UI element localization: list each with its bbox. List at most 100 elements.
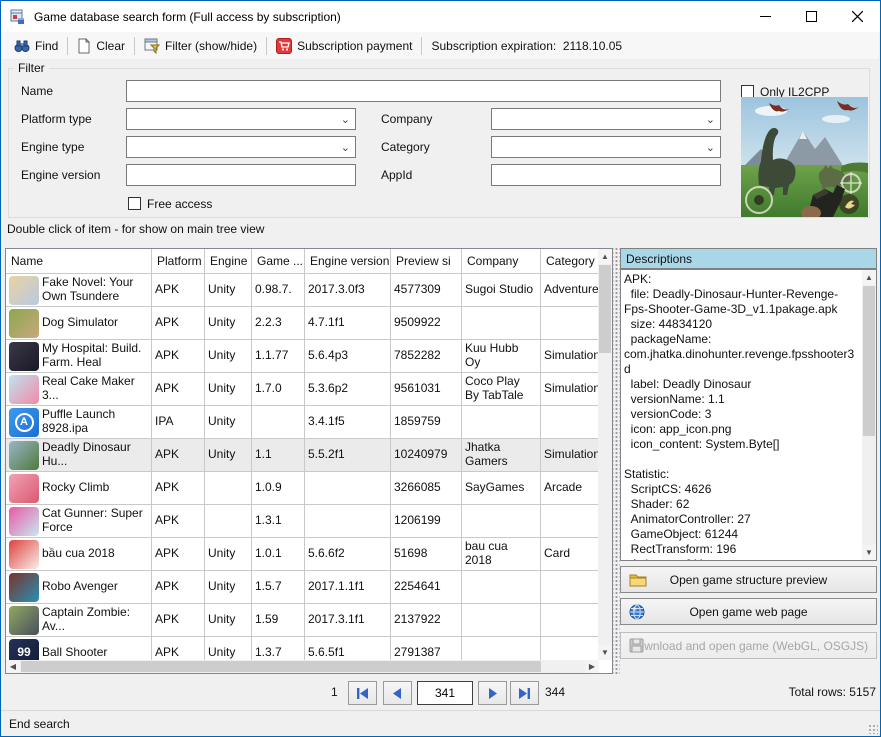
table-row[interactable]: Cat Gunner: Super ForceAPK1.3.11206199	[6, 505, 599, 538]
table-vertical-scrollbar[interactable]: ▲ ▼	[598, 249, 612, 660]
cell-engine: Unity	[205, 406, 252, 438]
column-header-company[interactable]: Company	[462, 249, 541, 273]
table-row[interactable]: Deadly Dinosaur Hu...APKUnity1.15.5.2f11…	[6, 439, 599, 472]
descriptions-scrollbar[interactable]: ▲ ▼	[862, 270, 876, 560]
cell-company	[462, 571, 541, 603]
game-name: Robo Avenger	[42, 580, 148, 594]
cell-platform: APK	[152, 571, 205, 603]
table-row[interactable]: APuffle Launch 8928.ipaIPAUnity3.4.1f518…	[6, 406, 599, 439]
company-select[interactable]: ⌄	[491, 108, 721, 130]
first-page-button[interactable]	[348, 681, 377, 705]
column-header-game_version[interactable]: Game ...	[252, 249, 305, 273]
game-thumbnail-icon: A	[9, 408, 39, 437]
scroll-up-arrow[interactable]: ▲	[598, 249, 612, 264]
minimize-button[interactable]	[742, 1, 788, 32]
folder-icon	[629, 572, 647, 587]
scrollbar-thumb[interactable]	[863, 286, 875, 436]
game-name: Fake Novel: Your Own Tsundere	[42, 276, 148, 304]
appid-input[interactable]	[491, 164, 721, 186]
table-horizontal-scrollbar[interactable]: ◀ ▶	[6, 660, 599, 673]
clear-button[interactable]: Clear	[71, 35, 131, 57]
game-name: My Hospital: Build. Farm. Heal	[42, 342, 148, 370]
table-row[interactable]: 99Ball ShooterAPKUnity1.3.75.6.5f1279138…	[6, 637, 599, 660]
pagination-bar: 1 344 Total rows: 5157	[1, 677, 881, 709]
cell-platform: APK	[152, 538, 205, 570]
column-header-engine_version[interactable]: Engine version	[305, 249, 391, 273]
cart-icon	[276, 38, 292, 54]
cell-company	[462, 307, 541, 339]
cell-engine_version: 3.4.1f5	[305, 406, 391, 438]
filter-label: Filter (show/hide)	[165, 39, 257, 53]
engine-version-label: Engine version	[21, 168, 100, 182]
resize-grip[interactable]	[868, 724, 878, 734]
cell-category: Adventure	[541, 274, 599, 306]
filter-toggle-button[interactable]: Filter (show/hide)	[138, 35, 263, 57]
subscription-payment-button[interactable]: Subscription payment	[270, 35, 418, 57]
table-row[interactable]: Dog SimulatorAPKUnity2.2.34.7.1f19509922	[6, 307, 599, 340]
filter-legend: Filter	[14, 61, 49, 75]
double-click-hint: Double click of item - for show on main …	[7, 222, 264, 236]
table-row[interactable]: Real Cake Maker 3...APKUnity1.7.05.3.6p2…	[6, 373, 599, 406]
close-button[interactable]	[834, 1, 880, 32]
cell-engine_version	[305, 505, 391, 537]
column-header-category[interactable]: Category	[541, 249, 599, 273]
cell-engine: Unity	[205, 340, 252, 372]
row-indicator: 1	[331, 685, 338, 699]
name-input[interactable]	[126, 80, 721, 102]
game-thumbnail-icon	[9, 441, 39, 470]
cell-platform: APK	[152, 637, 205, 660]
last-page-button[interactable]	[510, 681, 539, 705]
current-page-input[interactable]	[417, 681, 473, 705]
payment-label: Subscription payment	[297, 39, 412, 53]
table-row[interactable]: Robo AvengerAPKUnity1.5.72017.1.1f122546…	[6, 571, 599, 604]
game-name: Rocky Climb	[42, 481, 148, 495]
table-row[interactable]: Captain Zombie: Av...APKUnity1.592017.3.…	[6, 604, 599, 637]
column-header-name[interactable]: Name	[6, 249, 152, 273]
game-thumbnail-icon	[9, 342, 39, 371]
free-access-checkbox[interactable]	[128, 197, 141, 210]
table-row[interactable]: Rocky ClimbAPK1.0.93266085SayGamesArcade	[6, 472, 599, 505]
cell-game_version	[252, 406, 305, 438]
game-name: Deadly Dinosaur Hu...	[42, 441, 148, 469]
cell-preview_size: 2791387	[391, 637, 462, 660]
download-open-game-button[interactable]: Download and open game (WebGL, OSGJS)	[620, 632, 877, 659]
next-page-button[interactable]	[478, 681, 507, 705]
game-thumbnail-icon	[9, 606, 39, 635]
table-row[interactable]: My Hospital: Build. Farm. HealAPKUnity1.…	[6, 340, 599, 373]
game-name: Ball Shooter	[42, 646, 148, 660]
scrollbar-thumb[interactable]	[599, 265, 611, 353]
subscription-expiration-value: 2118.10.05	[563, 39, 622, 53]
scroll-down-arrow[interactable]: ▼	[598, 645, 612, 660]
engine-version-input[interactable]	[126, 164, 356, 186]
maximize-button[interactable]	[788, 1, 834, 32]
platform-type-select[interactable]: ⌄	[126, 108, 356, 130]
cell-preview_size: 7852282	[391, 340, 462, 372]
toolbar-separator	[421, 37, 422, 55]
open-web-page-button[interactable]: Open game web page	[620, 598, 877, 625]
previous-page-button[interactable]	[383, 681, 412, 705]
scroll-up-arrow[interactable]: ▲	[862, 270, 876, 285]
scrollbar-thumb[interactable]	[21, 661, 541, 672]
panel-splitter[interactable]	[613, 248, 620, 674]
column-header-platform[interactable]: Platform	[152, 249, 205, 273]
open-structure-preview-button[interactable]: Open game structure preview	[620, 566, 877, 593]
column-header-preview_size[interactable]: Preview si	[391, 249, 462, 273]
cell-category: Simulation	[541, 439, 599, 471]
scroll-left-arrow[interactable]: ◀	[6, 660, 20, 673]
scroll-down-arrow[interactable]: ▼	[862, 545, 876, 560]
table-row[interactable]: Fake Novel: Your Own TsundereAPKUnity0.9…	[6, 274, 599, 307]
category-select[interactable]: ⌄	[491, 136, 721, 158]
cell-preview_size: 9509922	[391, 307, 462, 339]
cell-game_version: 1.1.77	[252, 340, 305, 372]
engine-type-select[interactable]: ⌄	[126, 136, 356, 158]
find-button[interactable]: Find	[8, 35, 64, 57]
cell-engine_version: 4.7.1f1	[305, 307, 391, 339]
table-row[interactable]: bầu cua 2018APKUnity1.0.15.6.6f251698bau…	[6, 538, 599, 571]
cell-platform: APK	[152, 274, 205, 306]
scroll-right-arrow[interactable]: ▶	[585, 660, 599, 673]
column-header-engine[interactable]: Engine	[205, 249, 252, 273]
cell-game_version: 1.5.7	[252, 571, 305, 603]
cell-game_version: 1.1	[252, 439, 305, 471]
game-thumbnail-icon	[9, 375, 39, 404]
game-thumbnail-icon	[9, 276, 39, 305]
